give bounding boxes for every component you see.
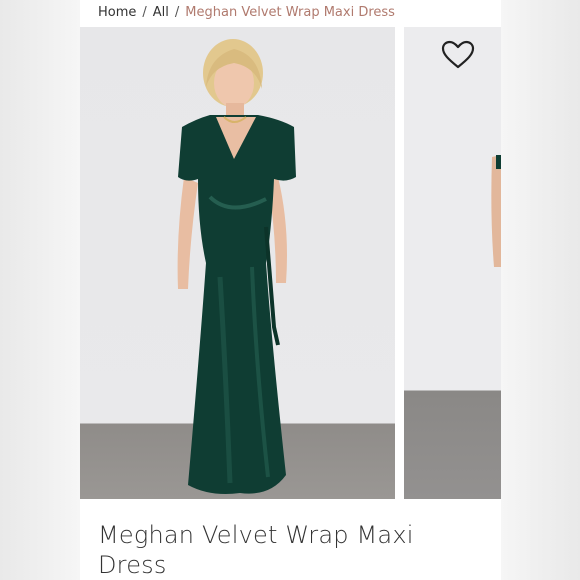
model-photo: [177, 39, 296, 494]
breadcrumb-separator: /: [174, 4, 180, 20]
breadcrumb-current: Meghan Velvet Wrap Maxi Dress: [185, 4, 395, 20]
breadcrumb-home-link[interactable]: Home: [98, 5, 136, 20]
wishlist-heart-icon[interactable]: [441, 40, 475, 70]
model-photo-partial: [491, 155, 501, 267]
breadcrumb: Home / All / Meghan Velvet Wrap Maxi Dre…: [98, 3, 395, 21]
breadcrumb-separator: /: [142, 4, 147, 20]
product-page: Home / All / Meghan Velvet Wrap Maxi Dre…: [80, 0, 501, 580]
product-main-image[interactable]: [80, 27, 395, 499]
breadcrumb-all-link[interactable]: All: [153, 5, 169, 20]
product-title: Meghan Velvet Wrap Maxi Dress: [98, 521, 414, 579]
product-thumbnail-image[interactable]: [404, 27, 501, 499]
